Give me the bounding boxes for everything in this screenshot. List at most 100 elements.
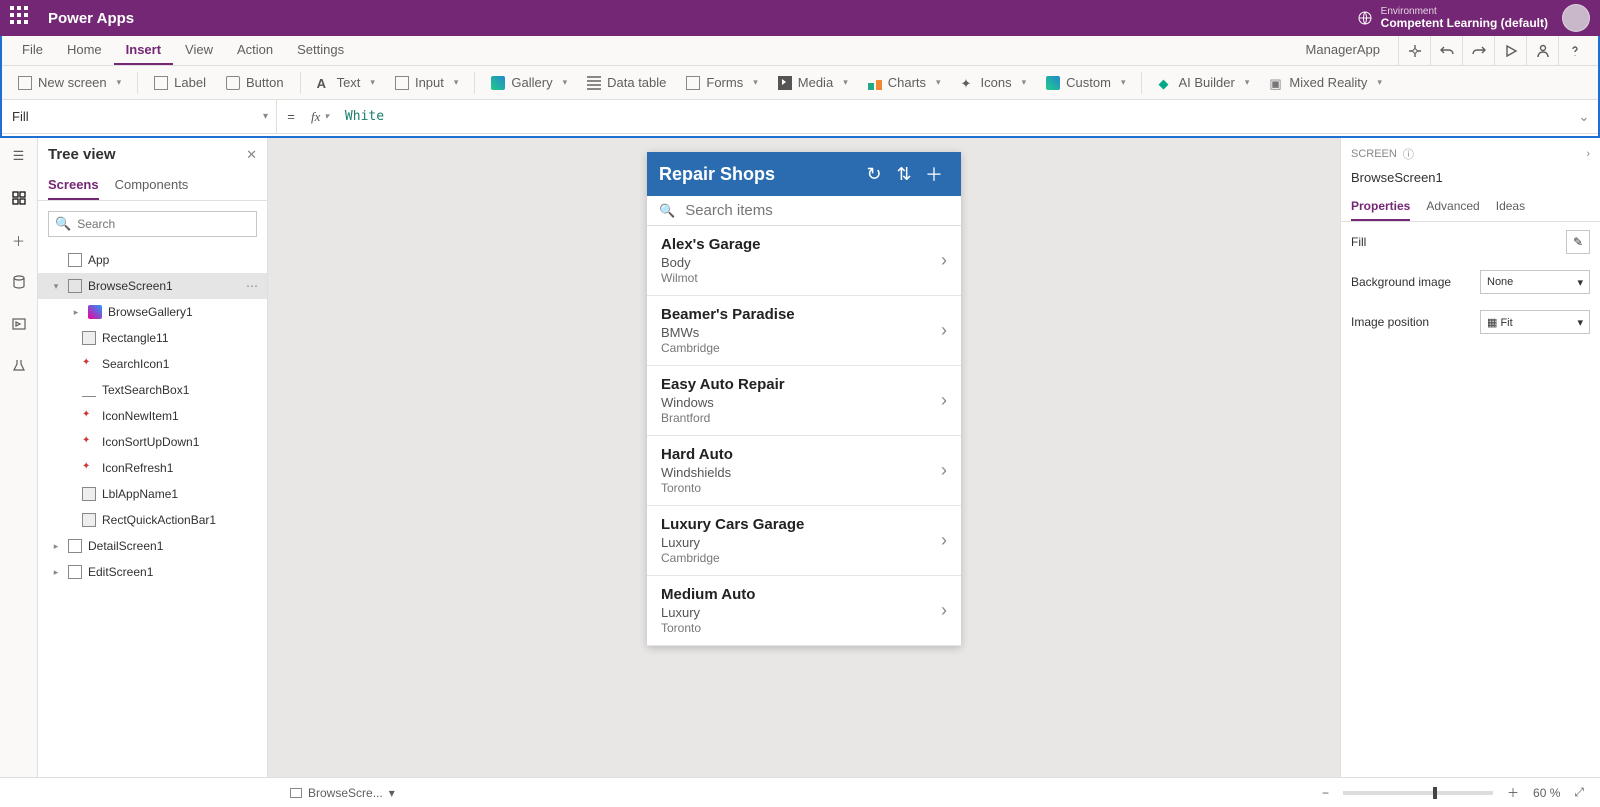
menu-home[interactable]: Home — [55, 36, 114, 65]
formula-expand-icon[interactable]: ⌄ — [1570, 109, 1598, 125]
ribbon-text[interactable]: AText — [309, 71, 383, 94]
tree-view-panel: Tree view ✕ Screens Components 🔍 App ▾Br… — [38, 138, 268, 777]
menu-insert[interactable]: Insert — [114, 36, 173, 65]
list-item[interactable]: Beamer's ParadiseBMWsCambridge› — [647, 296, 961, 366]
ribbon-button[interactable]: Button — [218, 71, 292, 94]
tree-search-input[interactable] — [77, 217, 250, 231]
app-search-input[interactable] — [685, 202, 949, 219]
list-item[interactable]: Alex's GarageBodyWilmot› — [647, 226, 961, 296]
tab-properties[interactable]: Properties — [1351, 193, 1410, 221]
ribbon-label[interactable]: Label — [146, 71, 214, 94]
prop-imagepos-label: Image position — [1351, 315, 1470, 329]
redo-icon[interactable] — [1462, 36, 1494, 65]
app-list: Alex's GarageBodyWilmot› Beamer's Paradi… — [647, 226, 961, 646]
rail-data-icon[interactable] — [7, 270, 31, 294]
button-icon — [226, 76, 240, 90]
zoom-level: 60 % — [1533, 786, 1560, 800]
tree-search[interactable]: 🔍 — [48, 211, 257, 237]
ribbon-icons[interactable]: ✦Icons — [953, 71, 1035, 94]
chevron-right-icon: › — [941, 320, 947, 341]
environment-picker[interactable]: Environment Competent Learning (default) — [1357, 6, 1548, 30]
app-launcher-icon[interactable] — [10, 6, 34, 30]
menu-settings[interactable]: Settings — [285, 36, 356, 65]
tree-node-searchicon[interactable]: ✦SearchIcon1 — [38, 351, 267, 377]
rail-tree-view-icon[interactable] — [7, 186, 31, 210]
list-item[interactable]: Medium AutoLuxuryToronto› — [647, 576, 961, 646]
ribbon-input[interactable]: Input — [387, 71, 466, 94]
formula-input[interactable]: White — [335, 109, 1570, 124]
tree-node-lblappname[interactable]: LblAppName1 — [38, 481, 267, 507]
undo-icon[interactable] — [1430, 36, 1462, 65]
tree-node-rectangle[interactable]: Rectangle11 — [38, 325, 267, 351]
list-item[interactable]: Easy Auto RepairWindowsBrantford› — [647, 366, 961, 436]
chevron-down-icon: ▾ — [263, 111, 268, 122]
property-selector[interactable]: Fill ▾ — [2, 100, 277, 133]
rail-insert-icon[interactable]: ＋ — [7, 228, 31, 252]
tree-node-iconrefresh[interactable]: ✦IconRefresh1 — [38, 455, 267, 481]
breadcrumb[interactable]: BrowseScre... ▾ — [290, 786, 395, 800]
new-screen-icon — [18, 76, 32, 90]
ribbon-media[interactable]: Media — [770, 71, 856, 94]
ribbon-forms[interactable]: Forms — [678, 71, 765, 94]
more-icon[interactable]: ⋯ — [246, 279, 259, 293]
search-icon: 🔍 — [55, 216, 71, 232]
tree-node-app[interactable]: App — [38, 247, 267, 273]
canvas[interactable]: Repair Shops ↻ ⇅ ＋ 🔍 Alex's GarageBodyWi… — [268, 138, 1340, 777]
zoom-slider[interactable] — [1343, 791, 1493, 795]
tree-node-iconnewitem[interactable]: ✦IconNewItem1 — [38, 403, 267, 429]
ribbon-data-table[interactable]: Data table — [579, 71, 674, 94]
play-preview-icon[interactable] — [1494, 36, 1526, 65]
app-checker-icon[interactable] — [1398, 36, 1430, 65]
ribbon-custom[interactable]: Custom — [1038, 71, 1133, 94]
prop-imagepos-select[interactable]: ▦ Fit▾ — [1480, 310, 1590, 334]
tree-node-gallery[interactable]: ▸BrowseGallery1 — [38, 299, 267, 325]
close-icon[interactable]: ✕ — [246, 147, 257, 163]
rail-media-icon[interactable] — [7, 312, 31, 336]
list-item[interactable]: Luxury Cars GarageLuxuryCambridge› — [647, 506, 961, 576]
tab-ideas[interactable]: Ideas — [1496, 193, 1525, 221]
sort-icon[interactable]: ⇅ — [889, 164, 919, 185]
menu-view[interactable]: View — [173, 36, 225, 65]
tab-screens[interactable]: Screens — [48, 171, 99, 200]
prop-fill-swatch[interactable]: ✎ — [1566, 230, 1590, 254]
tab-advanced[interactable]: Advanced — [1426, 193, 1479, 221]
charts-icon — [868, 76, 882, 90]
add-icon[interactable]: ＋ — [919, 161, 949, 187]
menu-file[interactable]: File — [10, 36, 55, 65]
label-icon — [154, 76, 168, 90]
tree-node-rectquickactionbar[interactable]: RectQuickActionBar1 — [38, 507, 267, 533]
text-icon: A — [317, 76, 331, 90]
zoom-in-icon[interactable]: ＋ — [1503, 784, 1523, 801]
fx-button[interactable]: fx▾ — [305, 109, 335, 125]
tree-node-browsescreen[interactable]: ▾BrowseScreen1⋯ — [38, 273, 267, 299]
list-item[interactable]: Hard AutoWindshieldsToronto› — [647, 436, 961, 506]
fit-to-screen-icon[interactable]: ⤢ — [1570, 785, 1588, 800]
tree-tabs: Screens Components — [38, 171, 267, 201]
ribbon-mixed-reality[interactable]: ▣Mixed Reality — [1261, 71, 1390, 94]
refresh-icon[interactable]: ↻ — [859, 164, 889, 185]
ribbon-gallery[interactable]: Gallery — [483, 71, 575, 94]
tree-node-textsearchbox[interactable]: TextSearchBox1 — [38, 377, 267, 403]
phone-preview: Repair Shops ↻ ⇅ ＋ 🔍 Alex's GarageBodyWi… — [647, 152, 961, 646]
ribbon-charts[interactable]: Charts — [860, 71, 949, 94]
info-icon[interactable]: ⓘ — [1403, 146, 1414, 162]
chevron-right-icon: › — [941, 250, 947, 271]
environment-icon — [1357, 10, 1373, 26]
share-icon[interactable] — [1526, 36, 1558, 65]
tree-node-iconsortupdown[interactable]: ✦IconSortUpDown1 — [38, 429, 267, 455]
rail-hamburger-icon[interactable]: ☰ — [7, 144, 31, 168]
prop-bgimage-select[interactable]: None▾ — [1480, 270, 1590, 294]
user-avatar[interactable] — [1562, 4, 1590, 32]
app-header: Repair Shops ↻ ⇅ ＋ — [647, 152, 961, 196]
expand-panel-icon[interactable]: › — [1586, 148, 1590, 160]
ribbon-new-screen[interactable]: New screen — [10, 71, 129, 94]
tab-components[interactable]: Components — [115, 171, 189, 200]
zoom-out-icon[interactable]: − — [1318, 786, 1333, 800]
help-icon[interactable] — [1558, 36, 1590, 65]
rail-tools-icon[interactable] — [7, 354, 31, 378]
ribbon-ai-builder[interactable]: ◆AI Builder — [1150, 71, 1257, 94]
tree-node-detailscreen[interactable]: ▸DetailScreen1 — [38, 533, 267, 559]
prop-bgimage-label: Background image — [1351, 275, 1470, 289]
tree-node-editscreen[interactable]: ▸EditScreen1 — [38, 559, 267, 585]
menu-action[interactable]: Action — [225, 36, 285, 65]
